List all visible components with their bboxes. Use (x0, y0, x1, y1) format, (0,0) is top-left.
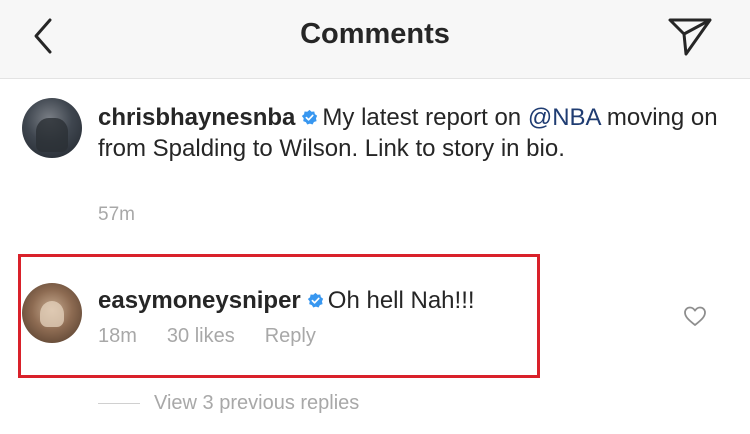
replies-divider (98, 403, 140, 404)
verified-badge-icon (307, 292, 323, 308)
comment-timestamp: 18m (98, 325, 137, 347)
share-button[interactable] (664, 12, 716, 60)
comment-author-avatar[interactable] (22, 283, 82, 343)
reply-button[interactable]: Reply (265, 325, 316, 347)
view-previous-replies-link[interactable]: View 3 previous replies (154, 392, 359, 415)
post-author-avatar[interactable] (22, 98, 82, 158)
post-text-before: My latest report on (322, 104, 528, 131)
comment-text: Oh hell Nah!!! (327, 287, 475, 314)
heart-outline-icon (684, 306, 706, 326)
post-timestamp: 57m (98, 204, 135, 225)
comment-author-username[interactable]: easymoneysniper (98, 287, 301, 314)
comment-meta: 18m 30 likes Reply (98, 325, 346, 348)
comment-likes-link[interactable]: 30 likes (167, 325, 235, 347)
post-author-username[interactable]: chrisbhaynesnba (98, 104, 295, 131)
paper-plane-icon (668, 18, 712, 56)
comment-body: easymoneysniper Oh hell Nah!!! (98, 285, 475, 316)
mention-link[interactable]: @NBA (528, 104, 600, 131)
page-title: Comments (300, 18, 450, 50)
verified-badge-icon (302, 109, 318, 125)
like-comment-button[interactable] (682, 304, 708, 328)
highlight-box (18, 254, 540, 378)
post-caption: chrisbhaynesnba My latest report on @NBA… (98, 102, 728, 164)
comments-header: Comments (0, 0, 750, 79)
